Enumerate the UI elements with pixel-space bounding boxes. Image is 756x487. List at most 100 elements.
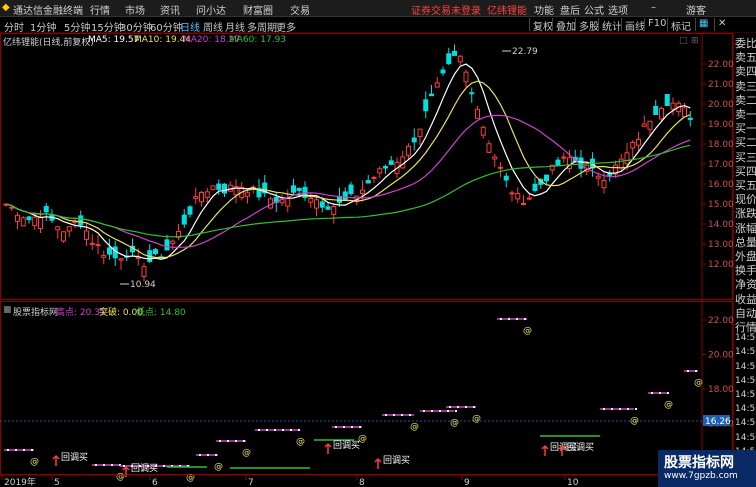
- main-y-tick-label: 18.00: [708, 140, 733, 150]
- candle-body: [687, 117, 693, 121]
- period-tab-weekly[interactable]: 周线: [203, 19, 223, 34]
- candle-body: [164, 239, 170, 251]
- menu-trade[interactable]: 交易: [290, 2, 310, 17]
- indicator-dot: [266, 429, 268, 431]
- period-bar: 分时 1分钟 5分钟 15分钟 30分钟 60分钟 日线 周线 月线 多周期 更…: [0, 17, 756, 34]
- indicator-y-tick-label: 22.00: [708, 316, 733, 326]
- draw-line-button[interactable]: 画线: [621, 18, 645, 33]
- indicator-at-marker: @: [450, 418, 459, 428]
- adjust-button[interactable]: 复权: [529, 18, 553, 33]
- indicator-menu-icon[interactable]: ■: [3, 305, 12, 315]
- period-tab-daily[interactable]: 日线: [180, 19, 200, 34]
- candle-body: [377, 168, 383, 174]
- stats-button[interactable]: 统计: [598, 18, 622, 33]
- x-axis-label: 7: [248, 478, 254, 487]
- period-tab-15min[interactable]: 15分钟: [91, 19, 124, 34]
- indicator-dot: [409, 414, 411, 416]
- indicator-dot: [199, 454, 201, 456]
- menu-quotes[interactable]: 行情: [90, 2, 110, 17]
- x-axis-label: 10: [567, 478, 579, 487]
- candle-body: [503, 175, 509, 181]
- buy-arrow-icon: [541, 444, 549, 456]
- layout-icon[interactable]: ▦: [695, 18, 708, 31]
- candle-body: [624, 152, 630, 165]
- candle-body: [641, 123, 647, 127]
- guest-label[interactable]: 游客: [686, 2, 706, 17]
- indicator-dot: [508, 318, 510, 320]
- period-tab-intraday[interactable]: 分时: [4, 19, 24, 34]
- indicator-dot: [235, 440, 237, 442]
- mark-button[interactable]: 标记: [667, 18, 691, 33]
- period-tab-monthly[interactable]: 月线: [225, 19, 245, 34]
- indicator-dot: [111, 464, 113, 466]
- sidebar-item: 14:50: [735, 333, 756, 344]
- period-tab-more[interactable]: 更多: [276, 19, 296, 34]
- candle-body: [434, 82, 440, 88]
- main-y-tick-label: 19.00: [708, 120, 733, 130]
- indicator-panel-frame: [0, 301, 733, 475]
- menu-options[interactable]: 选项: [608, 2, 628, 17]
- candle-body: [452, 50, 457, 56]
- indicator-at-marker: @: [523, 326, 532, 336]
- indicator-y-tick-label: 20.00: [708, 351, 733, 361]
- period-tab-1min[interactable]: 1分钟: [30, 19, 56, 34]
- main-y-tick-label: 20.00: [708, 100, 733, 110]
- buy-arrow-icon: [52, 454, 60, 466]
- indicator-dot: [439, 410, 441, 412]
- f10-button[interactable]: F10: [644, 18, 666, 31]
- ma60-line: [5, 144, 691, 238]
- candle-body: [314, 199, 319, 209]
- close-icon[interactable]: ✕: [714, 18, 726, 31]
- trade-login-status[interactable]: 证券交易未登录: [411, 2, 481, 17]
- buy-arrow-icon: [324, 442, 332, 454]
- candle-body: [469, 92, 475, 95]
- indicator-at-marker: @: [116, 472, 125, 482]
- minimize-icon[interactable]: –: [651, 2, 656, 13]
- x-axis-label: 8: [359, 478, 365, 487]
- candle-body: [647, 120, 653, 130]
- menu-ask[interactable]: 问小达: [196, 2, 226, 17]
- menu-function[interactable]: 功能: [534, 2, 554, 17]
- multi-stock-button[interactable]: 多股: [575, 18, 599, 33]
- overlay-button[interactable]: 叠加: [552, 18, 576, 33]
- indicator-at-marker: @: [30, 457, 39, 467]
- candle-body: [601, 180, 607, 189]
- candle-body: [285, 198, 291, 207]
- candle-body: [216, 183, 222, 190]
- indicator-dot: [290, 429, 292, 431]
- panel-collapse-icon[interactable]: □: [679, 36, 688, 46]
- indicator-low: 低点: 14.80: [136, 308, 186, 318]
- period-tab-60min[interactable]: 60分钟: [150, 19, 183, 34]
- menu-market[interactable]: 市场: [125, 2, 145, 17]
- menu-news[interactable]: 资讯: [160, 2, 180, 17]
- candle-body: [365, 179, 371, 184]
- menu-wealth[interactable]: 财富圈: [243, 2, 273, 17]
- period-tab-multi[interactable]: 多周期: [247, 19, 277, 34]
- indicator-dot: [123, 465, 125, 467]
- candle-body: [118, 258, 124, 261]
- menu-formula[interactable]: 公式: [584, 2, 604, 17]
- candle-body: [20, 217, 26, 227]
- indicator-dot: [15, 449, 17, 451]
- indicator-steps: @@ @@@@ @@ @ @@@@@回调买回调买回调买回调买回调买回调买: [4, 318, 703, 483]
- indicator-dot: [423, 410, 425, 412]
- candle-body: [429, 93, 434, 97]
- candle-body: [417, 128, 423, 137]
- panel-expand-icon[interactable]: ⊞: [691, 36, 699, 46]
- candle-body: [291, 185, 296, 193]
- period-tab-5min[interactable]: 5分钟: [64, 19, 90, 34]
- indicator-at-marker: @: [472, 414, 481, 424]
- ma20-line: [5, 114, 691, 248]
- period-tab-30min[interactable]: 30分钟: [120, 19, 153, 34]
- indicator-dot: [343, 426, 345, 428]
- menu-afterhours[interactable]: 盘后: [560, 2, 580, 17]
- candle-body: [446, 53, 452, 65]
- candle-body: [521, 203, 526, 206]
- candle-body: [440, 69, 446, 74]
- kline-chart[interactable]: 22.00 21.00 20.00 19.00 18.00 17.00 16.00 15.00…: [0, 33, 733, 487]
- indicator-dot: [667, 392, 669, 394]
- indicator-dot: [335, 426, 337, 428]
- indicator-dot: [516, 318, 518, 320]
- candle-body: [423, 99, 429, 112]
- candle-body: [296, 188, 302, 191]
